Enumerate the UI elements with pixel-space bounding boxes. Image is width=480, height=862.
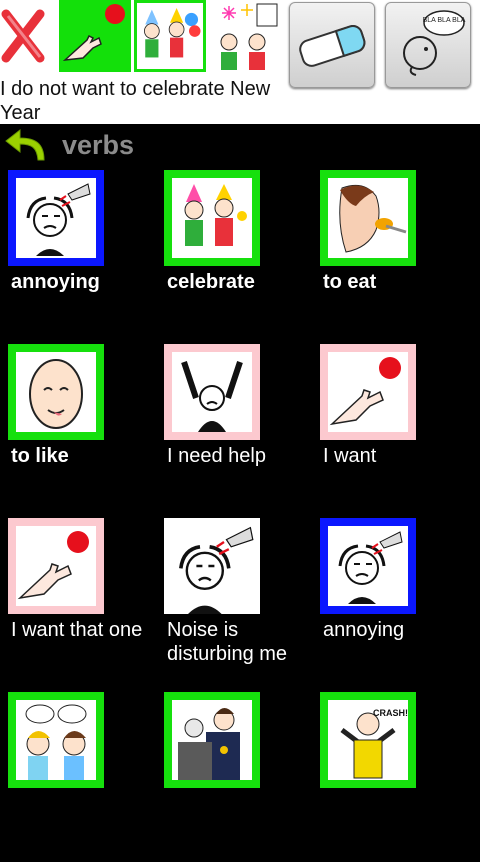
speak-bubble-text: BLA BLA BLA [423, 17, 466, 24]
symbol-label: to like [11, 445, 69, 467]
symbol-label: I want [323, 445, 377, 467]
symbol-tile[interactable] [320, 344, 416, 440]
symbol-cell[interactable] [8, 692, 158, 862]
symbol-label: annoying [323, 619, 405, 641]
symbol-cell[interactable]: to eat [320, 170, 470, 340]
category-title: verbs [62, 130, 135, 160]
help-icon [172, 352, 252, 432]
back-button[interactable] [4, 126, 48, 162]
sentence-item-celebrate[interactable] [134, 0, 206, 72]
svg-text:CRASH!!: CRASH!! [373, 708, 408, 718]
symbol-cell[interactable]: celebrate [164, 170, 314, 340]
symbol-cell[interactable]: annoying [8, 170, 158, 340]
symbol-tile[interactable] [8, 692, 104, 788]
noise-icon [164, 518, 260, 614]
speak-icon: BLA BLA BLA [403, 10, 466, 76]
eraser-icon [299, 25, 366, 67]
symbol-label: Noise is disturbing me [167, 619, 288, 665]
like-icon [16, 352, 96, 432]
symbol-label: celebrate [167, 271, 255, 293]
argue-icon [16, 700, 96, 780]
symbol-tile[interactable] [164, 344, 260, 440]
symbol-tile[interactable] [8, 518, 104, 614]
symbol-label: I need help [167, 445, 266, 467]
crash-icon: CRASH!! [328, 700, 408, 780]
symbol-cell[interactable]: CRASH!! [320, 692, 470, 862]
speak-button[interactable]: BLA BLA BLA [385, 2, 471, 88]
symbol-tile[interactable] [8, 344, 104, 440]
celebrate-icon [144, 7, 201, 58]
symbol-cell[interactable]: annoying [320, 518, 470, 688]
annoying-icon [328, 526, 408, 606]
symbol-tile[interactable] [164, 170, 260, 266]
sentence-item-i-want[interactable] [59, 0, 131, 72]
symbol-label: annoying [11, 271, 100, 293]
eat-icon [328, 178, 408, 258]
want-icon [328, 352, 408, 432]
clear-button[interactable] [289, 2, 375, 88]
sentence-bar: I do not want to celebrate New Year BLA … [0, 0, 480, 124]
symbol-tile[interactable] [164, 692, 260, 788]
symbol-cell[interactable]: I want [320, 344, 470, 514]
symbol-tile[interactable] [320, 518, 416, 614]
category-header: verbs [0, 124, 480, 166]
symbol-label: to eat [323, 271, 377, 293]
symbol-cell[interactable]: Noise is disturbing me [164, 518, 314, 688]
symbol-cell[interactable]: I want that one [8, 518, 158, 688]
want-that-one-icon [16, 526, 96, 606]
annoying-icon [16, 178, 96, 258]
symbol-cell[interactable]: I need help [164, 344, 314, 514]
celebrate-icon [172, 178, 252, 258]
back-arrow-icon [5, 128, 45, 161]
sentence-text: I do not want to celebrate New Year [0, 78, 271, 124]
symbol-tile[interactable] [8, 170, 104, 266]
congratulate-icon [172, 700, 252, 780]
symbol-tile[interactable] [320, 170, 416, 266]
symbol-cell[interactable]: to like [8, 344, 158, 514]
symbol-cell[interactable] [164, 692, 314, 862]
symbol-tile[interactable]: CRASH!! [320, 692, 416, 788]
symbol-tile[interactable] [164, 518, 260, 614]
symbol-label: I want that one [11, 619, 143, 641]
i-want-icon [62, 4, 125, 62]
sentence-item-new-year[interactable] [209, 0, 281, 72]
new-year-icon [220, 3, 278, 70]
